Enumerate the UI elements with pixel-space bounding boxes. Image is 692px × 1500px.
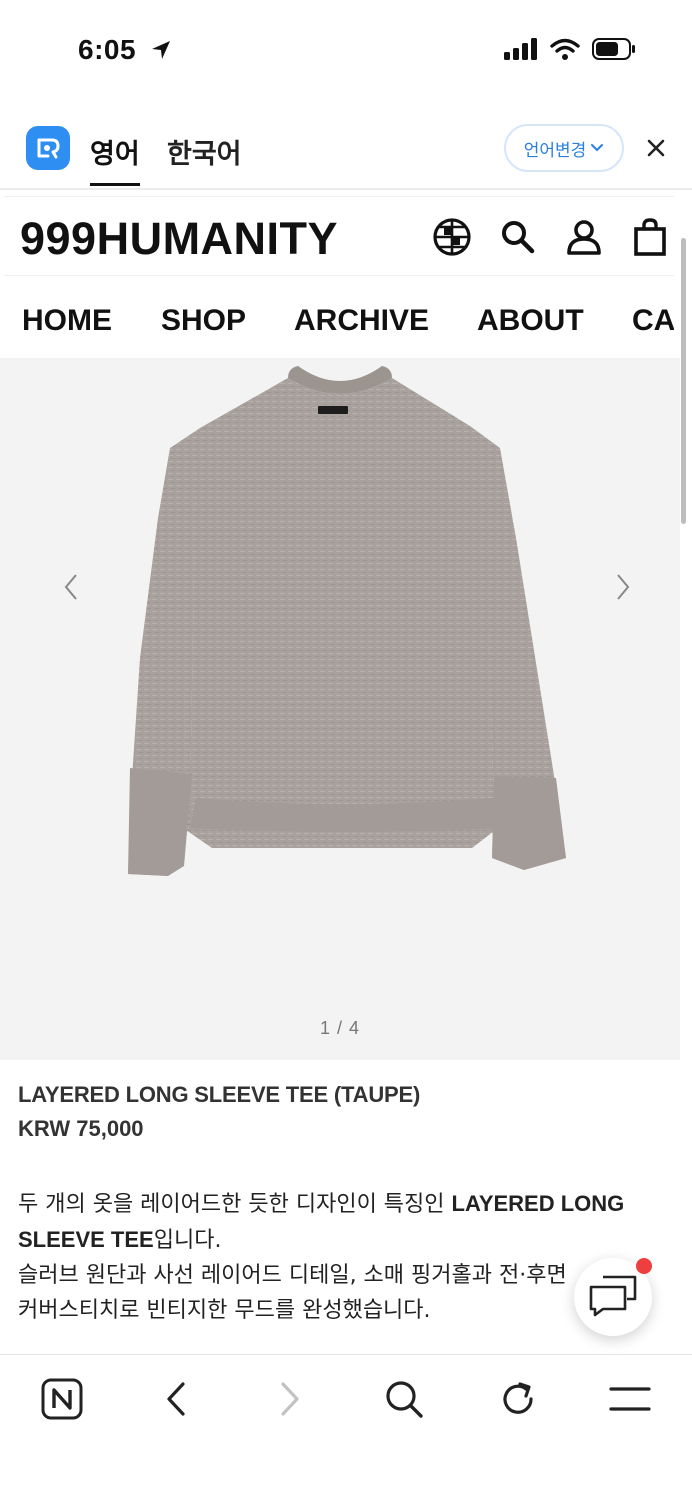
chat-icon: [587, 1273, 639, 1322]
tab-english[interactable]: 영어: [90, 132, 140, 186]
description-line-3: 커버스티치로 빈티지한 무드를 완성했습니다.: [18, 1298, 431, 1323]
status-icons: [504, 38, 636, 65]
product-info: LAYERED LONG SLEEVE TEE (TAUPE) KRW 75,0…: [18, 1082, 668, 1142]
gallery-counter: 1 / 4: [319, 1018, 361, 1038]
nav-item-ca[interactable]: CA: [632, 304, 674, 338]
reload-icon[interactable]: [496, 1377, 540, 1421]
naver-home-icon[interactable]: [40, 1377, 84, 1421]
description-line-2: 슬러브 원단과 사선 레이어드 디테일, 소매 핑거홀과 전·후면: [18, 1263, 567, 1288]
description-prefix: 두 개의 옷을 레이어드한 듯한 디자인이 특징인: [18, 1192, 452, 1217]
chevron-down-icon: [590, 138, 604, 158]
notification-dot: [636, 1258, 652, 1274]
description-suffix: 입니다.: [153, 1228, 222, 1253]
change-language-label: 언어변경: [523, 140, 587, 161]
product-gallery[interactable]: 1 / 4: [0, 358, 680, 1060]
translate-logo-icon: [26, 126, 70, 170]
product-image: [128, 366, 566, 876]
page-scrollbar[interactable]: [681, 238, 686, 524]
forward-icon[interactable]: [268, 1377, 312, 1421]
status-bar: 6:05: [0, 0, 692, 100]
location-arrow-icon: [150, 36, 172, 68]
product-description: 두 개의 옷을 레이어드한 듯한 디자인이 특징인 LAYERED LONG S…: [18, 1186, 668, 1328]
browser-toolbar: [0, 1354, 692, 1500]
globe-icon[interactable]: [432, 217, 472, 257]
nav-item-home[interactable]: HOME: [22, 304, 112, 338]
search-icon[interactable]: [498, 217, 538, 257]
menu-icon[interactable]: [608, 1377, 652, 1421]
product-title: LAYERED LONG SLEEVE TEE (TAUPE): [18, 1082, 421, 1107]
chat-button[interactable]: [574, 1258, 652, 1336]
back-icon[interactable]: [154, 1377, 198, 1421]
status-time: 6:05: [78, 34, 172, 68]
prev-image-icon[interactable]: [60, 572, 84, 602]
cart-icon[interactable]: [630, 217, 670, 257]
site-header: 999HUMANITY: [4, 196, 674, 276]
wifi-icon: [550, 38, 580, 65]
account-icon[interactable]: [564, 217, 604, 257]
nav-item-about[interactable]: ABOUT: [477, 304, 584, 338]
site-logo[interactable]: 999HUMANITY: [20, 213, 338, 265]
signal-icon: [504, 38, 538, 65]
nav-item-shop[interactable]: SHOP: [161, 304, 246, 338]
header-icons: [432, 217, 670, 257]
tab-korean[interactable]: 한국어: [167, 132, 242, 171]
change-language-button[interactable]: 언어변경: [504, 124, 624, 172]
next-image-icon[interactable]: [610, 572, 634, 602]
search-icon[interactable]: [382, 1377, 426, 1421]
product-price: KRW 75,000: [18, 1116, 144, 1141]
description-line-1: 두 개의 옷을 레이어드한 듯한 디자인이 특징인 LAYERED LONG S…: [18, 1186, 668, 1258]
battery-icon: [592, 38, 636, 65]
translate-bar: 영어 한국어 언어변경: [0, 112, 692, 190]
status-time-text: 6:05: [78, 34, 137, 65]
close-icon[interactable]: [642, 134, 670, 162]
nav-item-archive[interactable]: ARCHIVE: [294, 304, 429, 338]
site-nav: HOME SHOP ARCHIVE ABOUT CA: [4, 280, 674, 356]
